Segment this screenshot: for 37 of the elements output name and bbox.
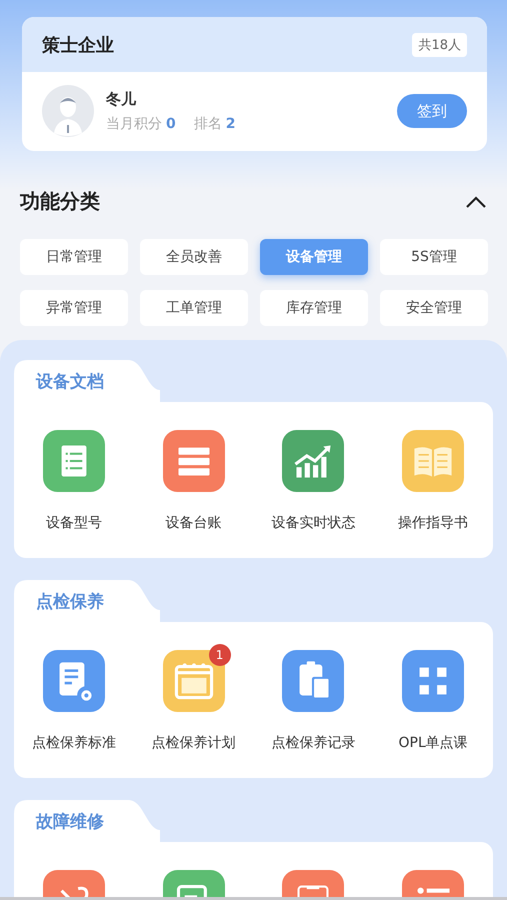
feature-label[interactable]: OPL单点课 (398, 734, 468, 752)
document-gear-icon[interactable] (42, 650, 105, 712)
company-name: 策士企业 (42, 34, 114, 56)
feature-label[interactable]: 点检保养标准 (32, 734, 116, 752)
member-count: 共18人 (412, 32, 467, 56)
server-icon[interactable] (162, 430, 225, 492)
feature-label[interactable]: 操作指导书 (398, 514, 468, 532)
feature-label[interactable]: 点检保养计划 (152, 734, 236, 752)
grid-icon[interactable] (402, 650, 464, 712)
rank-value: 2 (226, 116, 236, 132)
avatar-icon (42, 85, 94, 137)
category-tab[interactable]: 库存管理 (260, 290, 368, 326)
category-tab[interactable]: 安全管理 (380, 290, 488, 326)
section-title: 功能分类 (20, 188, 100, 215)
rank-label: 排名 (194, 114, 222, 132)
section-heading: 设备文档 (36, 370, 104, 392)
feature-label[interactable]: 设备实时状态 (271, 514, 356, 532)
section-heading: 故障维修 (36, 810, 104, 832)
chart-icon[interactable] (282, 430, 344, 492)
user-name: 冬儿 (106, 90, 138, 108)
points-value: 0 (166, 116, 176, 132)
category-tab[interactable]: 工单管理 (140, 290, 248, 326)
section-heading: 点检保养 (36, 590, 104, 612)
calendar-icon[interactable] (162, 650, 225, 712)
feature-label[interactable]: 点检保养记录 (271, 734, 356, 752)
category-tab[interactable]: 全员改善 (140, 239, 248, 275)
notification-badge: 1 (208, 644, 231, 666)
feature-label[interactable]: 设备台账 (166, 514, 222, 532)
book-icon[interactable] (402, 430, 464, 492)
category-tab[interactable]: 日常管理 (20, 239, 128, 275)
clipboard-icon[interactable] (282, 650, 344, 712)
list-icon[interactable] (42, 430, 105, 492)
feature-label[interactable]: 设备型号 (46, 514, 102, 532)
chevron-icon[interactable] (465, 194, 487, 208)
points-label: 当月积分 (106, 114, 162, 132)
category-tab[interactable]: 异常管理 (20, 290, 128, 326)
category-tab[interactable]: 5S管理 (380, 239, 488, 275)
